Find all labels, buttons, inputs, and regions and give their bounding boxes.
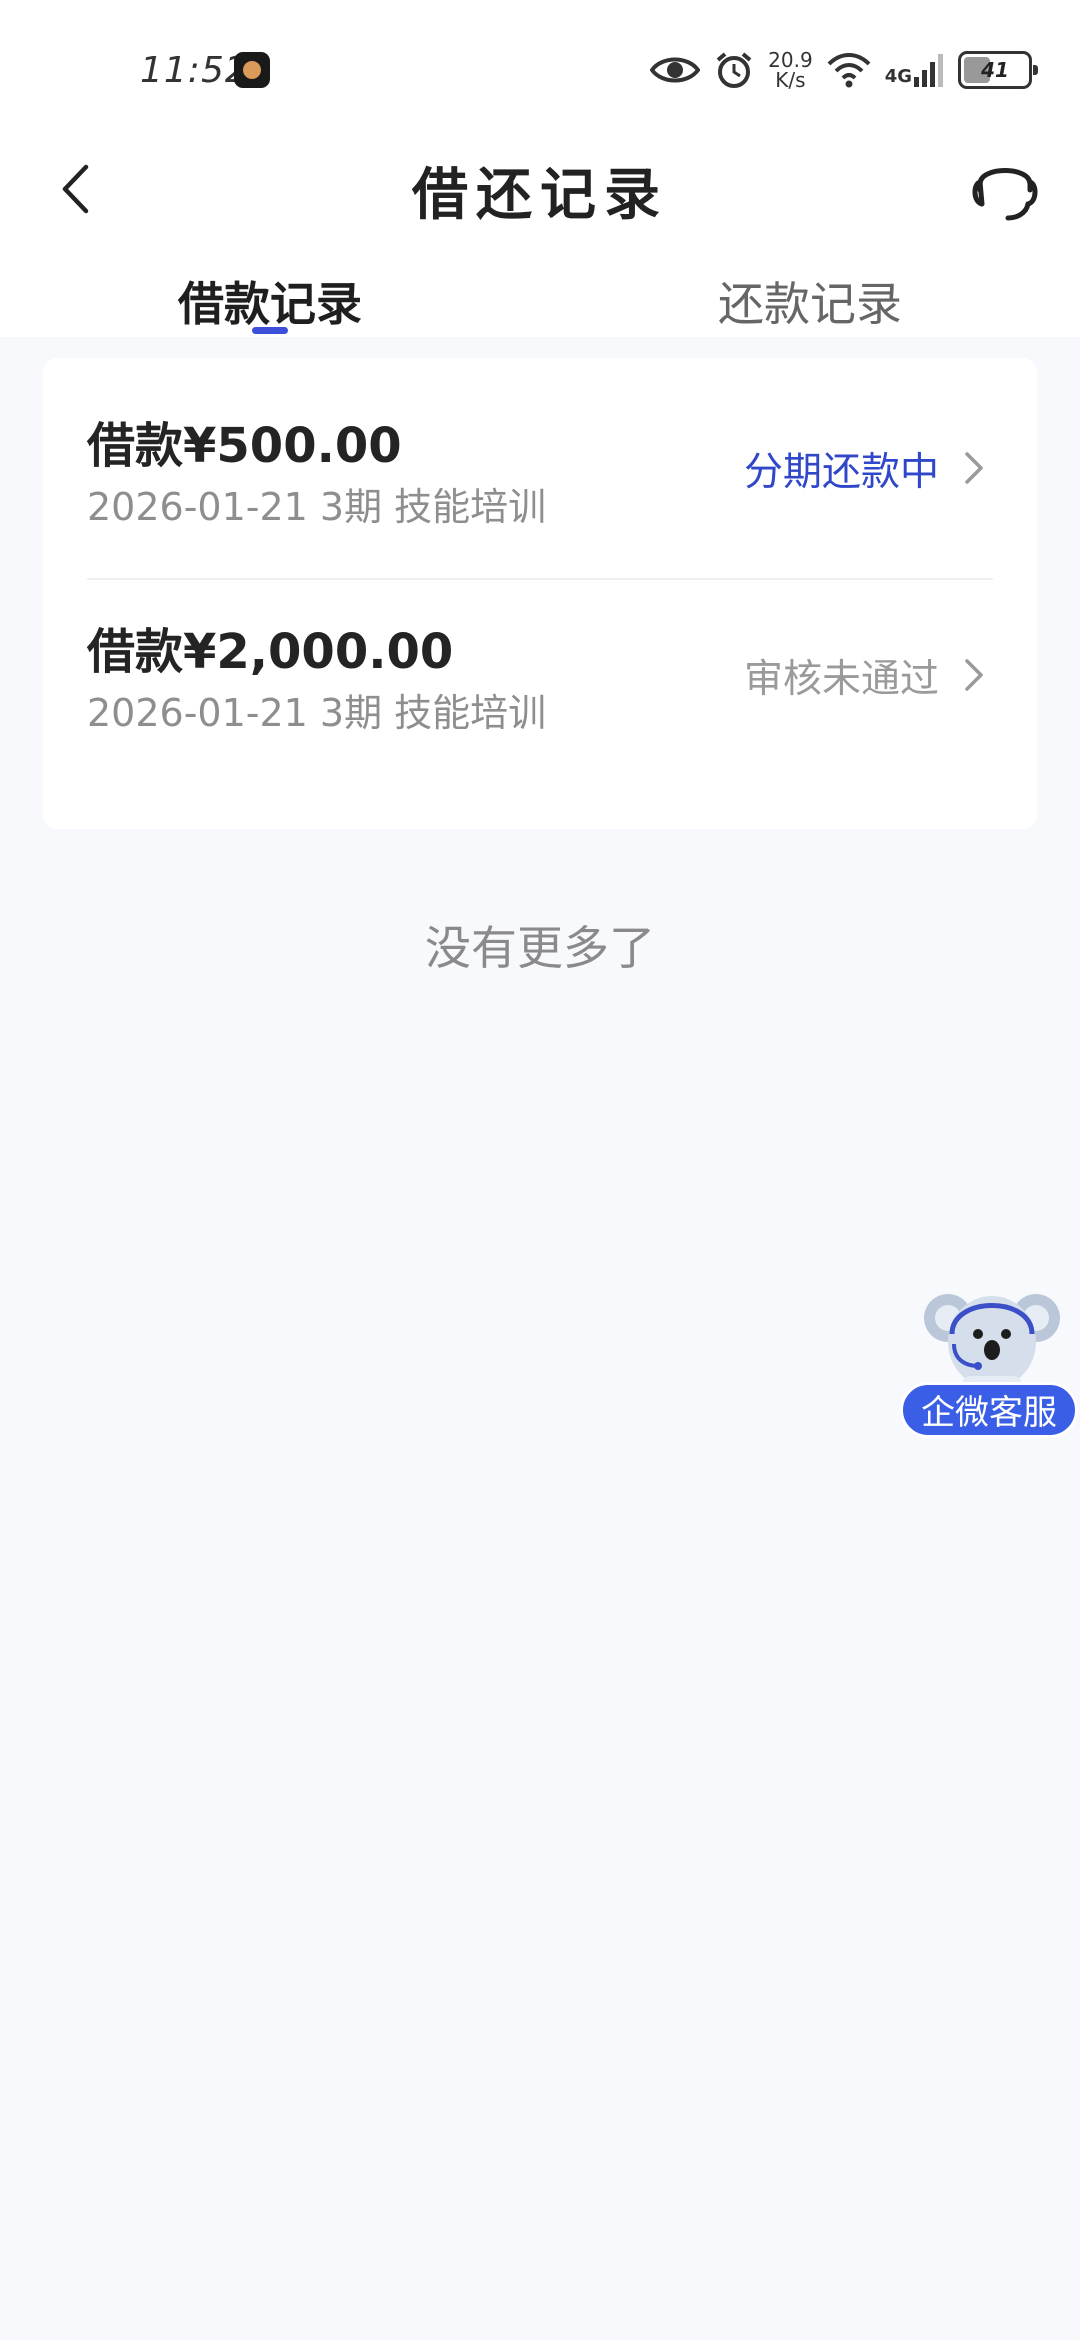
record-meta: 2026-01-21 3期 技能培训 <box>87 691 547 735</box>
page-title: 借还记录 <box>412 162 668 228</box>
status-bar: 11:52 20.9 K/s 4G 41 <box>0 0 1080 140</box>
list-item[interactable]: 借款¥500.00 2026-01-21 3期 技能培训 分期还款中 <box>43 358 1037 593</box>
list-item[interactable]: 借款¥2,000.00 2026-01-21 3期 技能培训 审核未通过 <box>43 594 1037 829</box>
chevron-right-icon <box>965 452 983 484</box>
koala-mascot-icon <box>924 1294 1060 1394</box>
eye-icon <box>650 57 701 83</box>
record-status: 审核未通过 <box>743 657 939 702</box>
chevron-right-icon <box>965 659 983 691</box>
record-status: 分期还款中 <box>743 450 939 495</box>
divider <box>87 578 993 580</box>
tab-repay-records[interactable]: 还款记录 <box>718 268 902 334</box>
floating-service-button[interactable]: 企微客服 <box>898 1284 1080 1440</box>
wifi-icon <box>827 53 871 88</box>
cellular-signal-icon: 4G <box>885 53 944 87</box>
records-card: 借款¥500.00 2026-01-21 3期 技能培训 分期还款中 借款¥2,… <box>43 358 1037 829</box>
customer-service-button[interactable] <box>970 152 1040 224</box>
floating-service-label: 企微客服 <box>900 1382 1078 1438</box>
app-notification-icon <box>234 52 270 88</box>
battery-icon: 41 <box>958 51 1038 89</box>
record-meta: 2026-01-21 3期 技能培训 <box>87 485 547 529</box>
status-icons: 20.9 K/s 4G 41 <box>650 44 1038 96</box>
alarm-icon <box>716 52 752 88</box>
headset-icon <box>972 168 1038 221</box>
network-speed: 20.9 K/s <box>768 48 813 92</box>
record-amount: 借款¥2,000.00 <box>87 624 454 680</box>
list-end-text: 没有更多了 <box>425 921 655 975</box>
record-amount: 借款¥500.00 <box>87 418 402 474</box>
tab-borrow-records[interactable]: 借款记录 <box>178 268 362 334</box>
active-tab-indicator <box>252 327 288 334</box>
status-time: 11:52 <box>140 50 249 91</box>
